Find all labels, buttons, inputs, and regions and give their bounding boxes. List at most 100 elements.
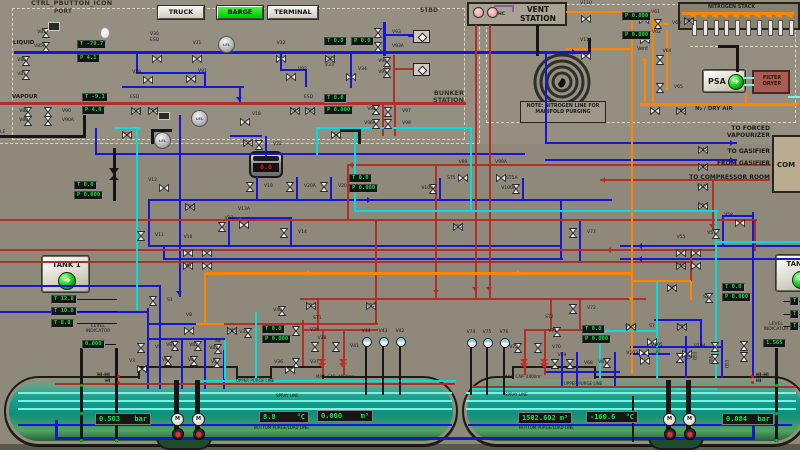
valve-V83[interactable] — [221, 344, 229, 354]
valve-V41[interactable] — [339, 342, 347, 352]
valve-V82[interactable] — [201, 341, 209, 351]
valve-V89[interactable] — [31, 116, 39, 126]
valve-V94[interactable] — [390, 57, 398, 67]
valve-V23[interactable] — [131, 100, 141, 108]
valve-V65[interactable] — [663, 83, 671, 93]
valve-V63[interactable] — [661, 19, 669, 29]
valve-V57[interactable] — [719, 229, 727, 239]
valve-V17[interactable] — [698, 195, 708, 203]
valve-V50[interactable] — [718, 342, 726, 352]
valve-V99A[interactable] — [496, 167, 506, 175]
valve-V111[interactable] — [581, 45, 591, 53]
valve-V91[interactable] — [186, 68, 196, 76]
valve-V39[interactable] — [299, 326, 307, 336]
valve-V103[interactable] — [640, 350, 650, 358]
valve-V86[interactable] — [29, 56, 37, 66]
tank-2-button[interactable]: TANK 2 ➜ — [776, 255, 800, 291]
valve-unlabeled[interactable] — [691, 242, 701, 250]
valve-V70[interactable] — [541, 343, 549, 353]
valve-V15[interactable] — [453, 216, 463, 224]
valve-unlabeled[interactable] — [747, 341, 755, 351]
valve-S2[interactable] — [712, 293, 720, 303]
valve-S6[interactable] — [667, 277, 677, 285]
valve-V84[interactable] — [227, 320, 237, 328]
pump-motor[interactable]: M — [683, 413, 696, 426]
valve-V100[interactable] — [436, 184, 444, 194]
valve-V16[interactable] — [185, 196, 195, 204]
valve-V95[interactable] — [390, 68, 398, 78]
pump-motor[interactable]: M — [171, 413, 184, 426]
valve-V12[interactable] — [159, 177, 169, 185]
valve-S7[interactable] — [647, 331, 657, 339]
valve-V92[interactable] — [286, 66, 296, 74]
valve-V45[interactable] — [698, 139, 708, 147]
valve-V67[interactable] — [610, 358, 618, 368]
valve-V13[interactable] — [225, 222, 233, 232]
valve-V22[interactable] — [262, 140, 270, 150]
valve-V3[interactable] — [137, 358, 147, 366]
valve-unlabeled[interactable] — [650, 100, 660, 108]
valve-V98[interactable] — [391, 119, 399, 129]
valve-V18[interactable] — [240, 111, 250, 119]
valve-S4[interactable] — [331, 124, 341, 132]
valve-V6[interactable] — [171, 356, 179, 366]
terminal-button[interactable]: TERMINAL — [268, 6, 318, 19]
valve-V60[interactable] — [684, 10, 694, 18]
valve-V93[interactable] — [381, 28, 389, 38]
valve-V14[interactable] — [287, 228, 295, 238]
pump-motor[interactable]: M — [663, 413, 676, 426]
valve-V72[interactable] — [576, 304, 584, 314]
valve-V34[interactable] — [346, 66, 356, 74]
valve-V32[interactable] — [276, 48, 286, 56]
valve-V97[interactable] — [391, 107, 399, 117]
valve-S1[interactable] — [156, 296, 164, 306]
valve-V33[interactable] — [325, 48, 335, 56]
valve-V29[interactable] — [143, 69, 153, 77]
valve-V110[interactable] — [581, 8, 591, 16]
valve-V105[interactable] — [639, 342, 649, 350]
valve-V11[interactable] — [144, 231, 152, 241]
valve-V87[interactable] — [29, 70, 37, 80]
valve-V24[interactable] — [148, 100, 158, 108]
valve-V9[interactable] — [183, 255, 193, 263]
valve-V66[interactable] — [676, 100, 686, 108]
valve-V36[interactable] — [285, 359, 295, 367]
valve-V25[interactable] — [290, 100, 300, 108]
valve-unlabeled[interactable] — [202, 255, 212, 263]
valve-V35[interactable] — [251, 328, 259, 338]
valve-V30[interactable] — [152, 48, 162, 56]
valve-V5[interactable] — [144, 343, 152, 353]
valve-V38[interactable] — [318, 342, 326, 352]
valve-V13A[interactable] — [239, 214, 249, 222]
valve-V90A[interactable] — [51, 116, 59, 126]
valve-V21[interactable] — [243, 132, 253, 140]
valve-V22[interactable] — [366, 295, 376, 303]
valve-V40[interactable] — [285, 306, 293, 316]
valve-V8[interactable] — [184, 320, 194, 328]
valve-V93A[interactable] — [381, 42, 389, 52]
valve-V99[interactable] — [458, 167, 468, 175]
valve-V68[interactable] — [573, 359, 581, 369]
valve-V20[interactable] — [327, 182, 335, 192]
valve-V21[interactable] — [306, 295, 316, 303]
valve-V85A[interactable] — [49, 42, 57, 52]
valve-unlabeled[interactable] — [202, 242, 212, 250]
psa-button[interactable]: PSA ➜ — [703, 70, 745, 92]
valve-S3[interactable] — [122, 124, 132, 132]
valve-V2[interactable] — [220, 358, 228, 368]
valve-V104[interactable] — [682, 343, 692, 351]
valve-V102[interactable] — [626, 316, 636, 324]
valve-V55[interactable] — [676, 242, 686, 250]
valve-unlabeled[interactable] — [691, 255, 701, 263]
valve-V77[interactable] — [576, 228, 584, 238]
valve-V100A[interactable] — [519, 184, 527, 194]
valve-V20A[interactable] — [293, 182, 301, 192]
valve-V71[interactable] — [560, 327, 568, 337]
valve-V26[interactable] — [305, 100, 315, 108]
valve-V31[interactable] — [192, 48, 202, 56]
valve-V58[interactable] — [735, 212, 745, 220]
truck-button[interactable]: TRUCK — [158, 6, 204, 19]
valve-V69[interactable] — [558, 359, 566, 369]
barge-button[interactable]: BARGE — [217, 6, 263, 19]
valve-V10[interactable] — [183, 242, 193, 250]
